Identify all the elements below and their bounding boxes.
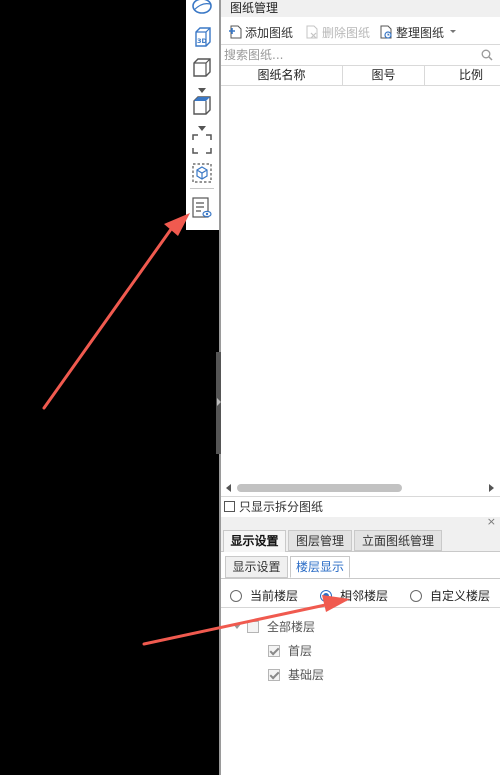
horizontal-scrollbar[interactable] [221, 481, 500, 495]
drawing-table-header: 图纸名称 图号 比例 [221, 66, 500, 86]
add-drawing-label: 添加图纸 [245, 25, 294, 40]
add-drawing-icon [229, 25, 242, 39]
organize-drawing-icon [380, 25, 392, 39]
search-input[interactable] [224, 46, 474, 64]
add-drawing-button[interactable]: 添加图纸 [228, 22, 293, 42]
subtab-floor-display[interactable]: 楼层显示 [290, 556, 350, 578]
chevron-down-icon[interactable] [198, 121, 206, 131]
tab-elevation-drawings[interactable]: 立面图纸管理 [354, 530, 442, 551]
panel-gap: × [221, 515, 500, 528]
radio-custom-floor-label: 自定义楼层 [430, 589, 491, 603]
expand-arrow-icon[interactable] [233, 624, 241, 629]
settings-tabbar: 显示设置 图层管理 立面图纸管理 [221, 528, 500, 552]
scroll-right-icon[interactable] [489, 484, 495, 492]
cube-view-icon[interactable] [190, 56, 214, 80]
drawing-action-bar: 添加图纸 删除图纸 整理图纸 [221, 20, 500, 44]
toolbar-divider [190, 188, 214, 189]
delete-drawing-icon [306, 25, 318, 39]
scrollbar-thumb[interactable] [237, 484, 402, 492]
tree-item-label: 首层 [288, 644, 313, 658]
floor-tree: 全部楼层 首层 基础层 [221, 608, 500, 775]
tree-root-all-floors[interactable]: 全部楼层 [233, 618, 315, 635]
only-split-checkbox[interactable] [224, 500, 235, 512]
tree-root-label: 全部楼层 [267, 620, 316, 634]
tree-item-first-floor[interactable]: 首层 [268, 642, 312, 659]
column-header-name[interactable]: 图纸名称 [221, 66, 343, 85]
column-header-number[interactable]: 图号 [343, 66, 425, 85]
search-icon[interactable] [481, 49, 493, 61]
3d-view-icon[interactable]: 3D [190, 26, 214, 50]
radio-adjacent-floor-label: 相邻楼层 [340, 589, 389, 603]
drawing-list-view-icon[interactable] [190, 196, 214, 220]
radio-current-floor-label: 当前楼层 [250, 589, 299, 603]
cube-top-icon[interactable] [190, 94, 214, 118]
tab-display-settings[interactable]: 显示设置 [223, 530, 286, 552]
arrow-to-drawing-view-icon [42, 213, 190, 410]
floor-mode-options: 当前楼层 相邻楼层 自定义楼层 [221, 580, 500, 608]
display-subtabbar: 显示设置 楼层显示 [221, 552, 500, 579]
radio-current-floor[interactable]: 当前楼层 [230, 587, 298, 604]
dashed-cube-icon[interactable] [190, 161, 214, 185]
chevron-down-icon [450, 30, 457, 33]
tree-checkbox[interactable] [268, 668, 280, 681]
dashed-select-icon[interactable] [190, 132, 214, 156]
radio-adjacent-floor[interactable]: 相邻楼层 [320, 587, 388, 604]
delete-drawing-button[interactable]: 删除图纸 [305, 22, 370, 42]
tab-layer-management[interactable]: 图层管理 [288, 530, 352, 551]
delete-drawing-label: 删除图纸 [322, 25, 371, 40]
drawing-management-panel: 图纸管理 添加图纸 删除图纸 整理图纸 图纸名称 图号 比例 只显示拆分图纸 [221, 0, 500, 775]
subtab-display-settings[interactable]: 显示设置 [225, 556, 288, 578]
only-split-label: 只显示拆分图纸 [239, 499, 324, 514]
drawing-search [221, 44, 500, 66]
tree-item-foundation-floor[interactable]: 基础层 [268, 666, 324, 683]
only-split-row: 只显示拆分图纸 [221, 496, 500, 515]
ellipse-view-icon[interactable] [190, 0, 214, 20]
view-toolbar: 3D [186, 0, 219, 230]
column-header-scale[interactable]: 比例 [425, 66, 500, 85]
panel-title: 图纸管理 [221, 0, 500, 17]
organize-drawing-button[interactable]: 整理图纸 [379, 22, 460, 42]
radio-custom-floor[interactable]: 自定义楼层 [410, 587, 490, 604]
3d-label: 3D [197, 37, 208, 45]
tree-checkbox[interactable] [247, 620, 259, 633]
chevron-down-icon[interactable] [198, 83, 206, 93]
tree-checkbox[interactable] [268, 644, 280, 657]
organize-drawing-label: 整理图纸 [396, 25, 445, 40]
close-icon[interactable]: × [487, 515, 496, 528]
tree-item-label: 基础层 [288, 668, 325, 682]
scroll-left-icon[interactable] [226, 484, 232, 492]
